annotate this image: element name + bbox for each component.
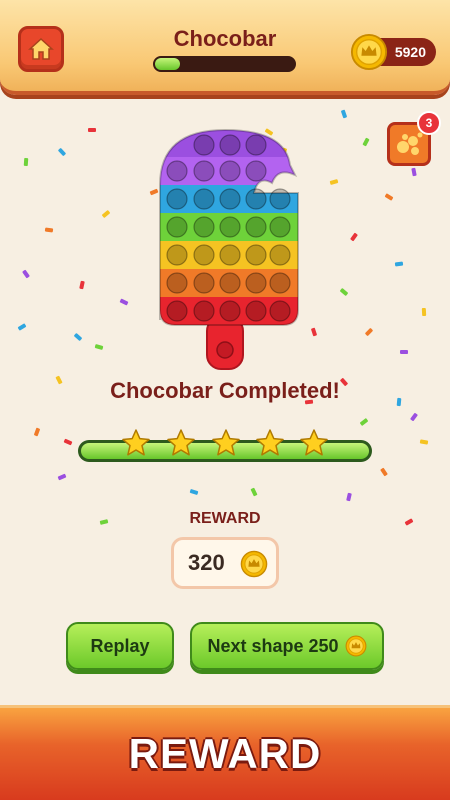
confetti-piece [101, 209, 111, 219]
reward-amount-box: 320 [171, 537, 279, 589]
popit-bubble[interactable] [193, 272, 215, 294]
star-icon [122, 429, 150, 456]
popit-bubble [216, 341, 234, 359]
confetti-piece [411, 167, 417, 177]
confetti-piece [359, 417, 369, 427]
confetti-piece [380, 467, 388, 477]
confetti-piece [419, 439, 429, 445]
popit-bubble[interactable] [269, 244, 291, 266]
popit-bubble[interactable] [219, 160, 241, 182]
confetti-piece [421, 307, 427, 317]
popit-bubble[interactable] [269, 272, 291, 294]
confetti-piece [79, 280, 85, 290]
popit-bubble[interactable] [166, 272, 188, 294]
popit-bubble[interactable] [219, 244, 241, 266]
confetti-piece [339, 287, 349, 297]
confetti-piece [350, 232, 358, 242]
hint-bubbles-icon [397, 132, 423, 155]
banner-text: REWARD [128, 730, 322, 777]
popit-chocobar[interactable] [150, 125, 300, 375]
confetti-piece [340, 109, 348, 119]
popit-bubble[interactable] [193, 300, 215, 322]
popit-bubble[interactable] [245, 134, 267, 156]
popit-bubble[interactable] [269, 188, 291, 210]
popit-bubble[interactable] [245, 216, 267, 238]
confetti-piece [88, 128, 96, 132]
confetti-piece [189, 488, 199, 496]
popit-bubble[interactable] [219, 272, 241, 294]
coin-icon [240, 550, 268, 578]
level-progress-fill [155, 58, 181, 70]
confetti-piece [329, 179, 339, 185]
popit-bubble[interactable] [269, 216, 291, 238]
popit-bubble[interactable] [166, 188, 188, 210]
replay-label: Replay [90, 635, 150, 656]
confetti-piece [346, 492, 352, 502]
confetti-piece [94, 343, 104, 351]
confetti-piece [399, 349, 409, 355]
popit-bubble[interactable] [245, 272, 267, 294]
confetti-piece [44, 227, 54, 233]
confetti-piece [250, 487, 258, 497]
confetti-piece [384, 193, 394, 201]
confetti-piece [57, 473, 67, 481]
star-icon [256, 429, 284, 456]
confetti-piece [63, 438, 73, 446]
popit-bubble[interactable] [166, 244, 188, 266]
confetti-piece [394, 261, 404, 267]
popit-bubble[interactable] [219, 134, 241, 156]
confetti-piece [57, 147, 67, 157]
confetti-piece [409, 412, 419, 422]
star-icon [167, 429, 195, 456]
next-shape-button[interactable]: Next shape 250 [190, 622, 384, 670]
replay-button[interactable]: Replay [66, 622, 174, 670]
star-icon [300, 429, 328, 456]
coin-icon [345, 635, 366, 657]
confetti-piece [364, 327, 374, 337]
confetti-piece [310, 327, 318, 337]
popit-bubble[interactable] [193, 134, 215, 156]
confetti-piece [17, 323, 27, 331]
confetti-piece [22, 269, 30, 279]
popit-bubble[interactable] [166, 216, 188, 238]
popit-bubble[interactable] [245, 160, 267, 182]
confetti-piece [23, 157, 29, 167]
popit-bubble[interactable] [193, 216, 215, 238]
popit-bubble[interactable] [245, 244, 267, 266]
popit-bubble[interactable] [166, 300, 188, 322]
confetti-piece [33, 427, 41, 437]
confetti-piece [119, 298, 129, 306]
popit-bubble[interactable] [193, 160, 215, 182]
confetti-piece [362, 137, 370, 147]
popit-bubble[interactable] [193, 244, 215, 266]
coin-count: 5920 [394, 44, 426, 60]
level-progress-bar [153, 56, 296, 72]
reward-banner: REWARD [0, 705, 450, 800]
popit-bubble[interactable] [245, 300, 267, 322]
reward-label: REWARD [189, 510, 261, 527]
confetti-piece [73, 332, 83, 342]
reward-amount: 320 [188, 550, 225, 575]
star-icon [212, 429, 240, 456]
popit-bubble[interactable] [245, 188, 267, 210]
popit-bubble[interactable] [193, 188, 215, 210]
completed-message: Chocobar Completed! [110, 378, 340, 403]
popit-bubble[interactable] [219, 216, 241, 238]
popit-bubble[interactable] [219, 300, 241, 322]
popit-bubble[interactable] [166, 160, 188, 182]
coin-icon [350, 33, 388, 71]
popit-bubble[interactable] [269, 300, 291, 322]
popit-bubble[interactable] [219, 188, 241, 210]
next-shape-label: Next shape 250 [207, 635, 339, 656]
hint-count-badge: 3 [417, 111, 441, 135]
